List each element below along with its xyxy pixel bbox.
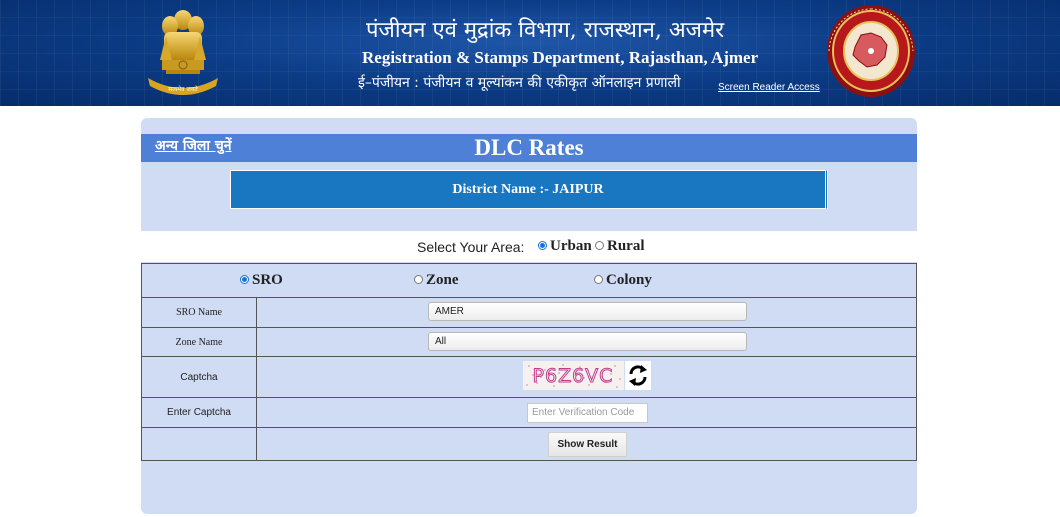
radio-rural-button[interactable] [595, 241, 604, 251]
screen-reader-link[interactable]: Screen Reader Access [718, 82, 820, 93]
national-emblem-icon: सत्यमेव जयते [148, 10, 218, 95]
submit-row: Show Result [142, 427, 916, 460]
dlc-form-table: SRO Zone Colony SRO Name AMER Zone Name … [141, 263, 917, 461]
district-banner: District Name :- JAIPUR [230, 170, 828, 209]
district-name: District Name :- JAIPUR [452, 182, 604, 197]
enter-captcha-label: Enter Captcha [142, 398, 257, 427]
captcha-row: Captcha P6Z6VC [142, 356, 916, 397]
dlc-rates-panel: DLC Rates अन्य जिला चुनें District Name … [141, 118, 917, 514]
captcha-input[interactable]: Enter Verification Code [527, 403, 648, 423]
radio-sro[interactable]: SRO [240, 272, 283, 289]
header-title-english: Registration & Stamps Department, Rajast… [362, 48, 759, 67]
radio-urban-label: Urban [550, 238, 592, 254]
zone-row: Zone Name All [142, 327, 916, 356]
radio-sro-label: SRO [252, 272, 283, 288]
radio-zone-button[interactable] [414, 275, 423, 285]
sro-label: SRO Name [142, 298, 257, 327]
submit-row-label-cell [142, 428, 257, 460]
sro-row: SRO Name AMER [142, 297, 916, 327]
emblem-motto: सत्यमेव जयते [168, 85, 198, 93]
radio-colony-button[interactable] [594, 275, 603, 285]
captcha-image: P6Z6VC [523, 361, 624, 390]
page-title: DLC Rates [474, 135, 584, 160]
rajasthan-seal-icon [827, 5, 915, 97]
radio-rural[interactable]: Rural [595, 238, 645, 255]
captcha-label: Captcha [142, 357, 257, 397]
area-label: Select Your Area: [417, 239, 525, 255]
zone-label: Zone Name [142, 328, 257, 356]
radio-sro-button[interactable] [240, 275, 249, 285]
radio-zone-label: Zone [426, 272, 459, 288]
radio-rural-label: Rural [607, 238, 645, 254]
radio-colony[interactable]: Colony [594, 272, 652, 289]
area-selection-row: Select Your Area: Urban Rural [141, 231, 917, 262]
radio-urban-button[interactable] [538, 241, 547, 251]
radio-colony-label: Colony [606, 272, 652, 288]
other-district-link[interactable]: अन्य जिला चुनें [155, 136, 232, 155]
radio-urban[interactable]: Urban [538, 238, 592, 255]
site-header: सत्यमेव जयते पंजीयन एवं मुद्रांक विभाग, … [0, 0, 1060, 106]
header-subtitle-hindi: ई–पंजीयन : पंजीयन व मूल्यांकन की एकीकृत … [358, 75, 681, 91]
zone-select[interactable]: All [428, 332, 747, 351]
radio-zone[interactable]: Zone [414, 272, 459, 289]
title-bar: DLC Rates अन्य जिला चुनें [141, 134, 917, 162]
header-title-hindi: पंजीयन एवं मुद्रांक विभाग, राजस्थान, अजम… [366, 18, 725, 43]
captcha-text: P6Z6VC [533, 365, 614, 387]
sro-select[interactable]: AMER [428, 302, 747, 321]
search-by-row: SRO Zone Colony [142, 264, 916, 297]
enter-captcha-row: Enter Captcha Enter Verification Code [142, 397, 916, 427]
refresh-icon[interactable] [625, 361, 651, 390]
show-result-button[interactable]: Show Result [548, 432, 627, 457]
